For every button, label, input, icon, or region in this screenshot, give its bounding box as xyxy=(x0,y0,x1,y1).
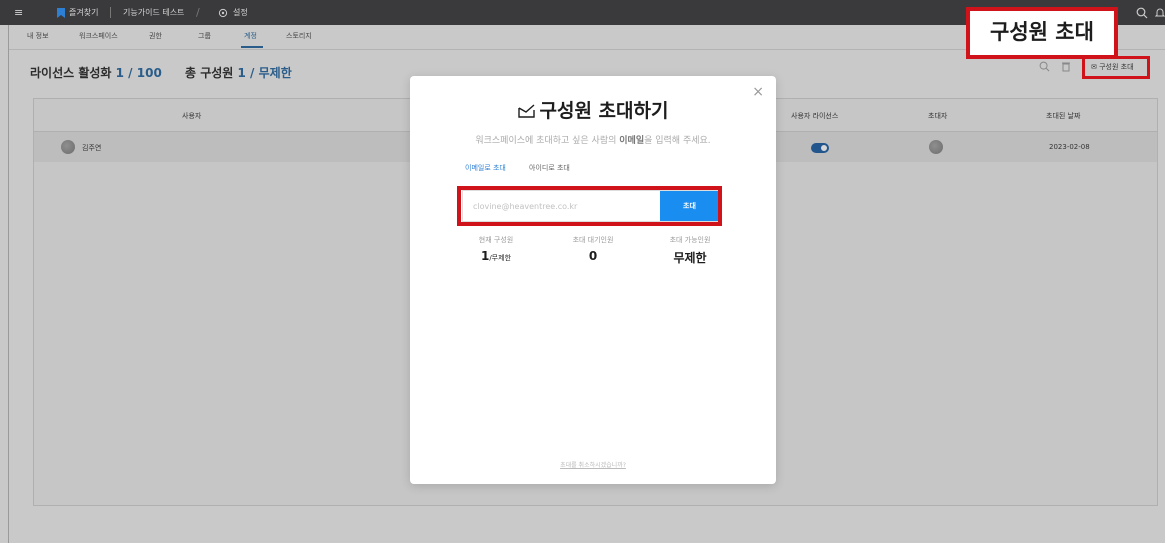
tab-storage[interactable]: 스토리지 xyxy=(286,31,312,41)
menu-icon[interactable]: ≡ xyxy=(14,0,23,25)
header-user: 사용자 xyxy=(182,112,202,120)
license-value: 1 / 100 xyxy=(115,66,162,80)
tab-my-info[interactable]: 내 정보 xyxy=(27,31,49,41)
settings-icon xyxy=(218,0,228,25)
annotation-callout: 구성원 초대 xyxy=(966,7,1118,59)
invite-member-button-label: 구성원 초대 xyxy=(1099,63,1134,71)
modal-subtitle: 워크스페이스에 초대하고 싶은 사람의 이메일을 입력해 주세요. xyxy=(410,133,776,146)
members-value: 1 / 무제한 xyxy=(237,66,292,80)
tab-invite-by-id[interactable]: 아이디로 초대 xyxy=(529,163,570,173)
current-members-limit: /무제한 xyxy=(489,254,512,262)
user-name: 김주연 xyxy=(82,144,102,152)
available-invites-label: 초대 가능인원 xyxy=(669,236,711,244)
pending-invites-value: 0 xyxy=(588,249,598,263)
license-stat: 라이선스 활성화 1 / 100 xyxy=(30,64,162,81)
tab-workspace[interactable]: 워크스페이스 xyxy=(79,31,118,41)
active-tab-indicator xyxy=(241,46,263,48)
invited-date: 2023-02-08 xyxy=(1049,143,1090,151)
breadcrumb-separator: / xyxy=(196,6,200,19)
search-icon[interactable] xyxy=(1136,0,1148,25)
current-members-value: 1/무제한 xyxy=(456,249,536,263)
modal-title: 구성원 초대하기 xyxy=(410,96,776,123)
avatar xyxy=(61,140,75,154)
bookmarks-label[interactable]: 즐겨찾기 xyxy=(69,0,98,25)
members-stat: 총 구성원 1 / 무제한 xyxy=(185,64,292,81)
tab-account[interactable]: 계정 xyxy=(244,31,257,41)
inviter-avatar xyxy=(929,140,943,154)
subtitle-bold: 이메일 xyxy=(619,136,645,146)
search-icon[interactable] xyxy=(1039,61,1050,75)
bookmark-icon xyxy=(57,0,65,25)
mail-icon: ✉ xyxy=(1091,63,1097,71)
header-license: 사용자 라이선스 xyxy=(791,112,839,120)
tab-invite-by-email[interactable]: 이메일로 초대 xyxy=(465,163,506,173)
invite-member-button[interactable]: ✉ 구성원 초대 xyxy=(1082,56,1150,79)
subtitle-post: 을 입력해 주세요. xyxy=(644,136,711,146)
workspace-name[interactable]: 기능가이드 테스트 xyxy=(123,0,184,25)
tab-groups[interactable]: 그룹 xyxy=(198,31,211,41)
available-invites-stat: 초대 가능인원 무제한 xyxy=(650,235,730,266)
license-label: 라이선스 활성화 xyxy=(30,66,112,80)
tab-permissions[interactable]: 권한 xyxy=(149,31,162,41)
trash-icon[interactable] xyxy=(1061,61,1071,75)
pending-invites-label: 초대 대기인원 xyxy=(572,236,614,244)
pending-invites-stat: 초대 대기인원 0 xyxy=(553,235,633,263)
header-inviter: 초대자 xyxy=(928,112,948,120)
mail-send-icon xyxy=(517,104,535,118)
current-members-stat: 현재 구성원 1/무제한 xyxy=(456,235,536,263)
invite-modal: × 구성원 초대하기 워크스페이스에 초대하고 싶은 사람의 이메일을 입력해 … xyxy=(410,76,776,484)
members-label: 총 구성원 xyxy=(185,66,234,80)
header-invited-date: 초대된 날짜 xyxy=(1046,112,1081,120)
highlight-box xyxy=(457,186,722,226)
subtitle-pre: 워크스페이스에 초대하고 싶은 사람의 xyxy=(475,136,620,146)
current-members-label: 현재 구성원 xyxy=(478,236,514,244)
divider xyxy=(110,7,111,18)
cancel-invite-link[interactable]: 초대를 취소하시겠습니까? xyxy=(410,460,776,469)
notification-icon[interactable] xyxy=(1154,0,1165,25)
license-toggle[interactable] xyxy=(811,143,829,153)
available-invites-value: 무제한 xyxy=(673,251,707,265)
modal-title-text: 구성원 초대하기 xyxy=(539,100,669,122)
settings-label[interactable]: 설정 xyxy=(233,0,248,25)
